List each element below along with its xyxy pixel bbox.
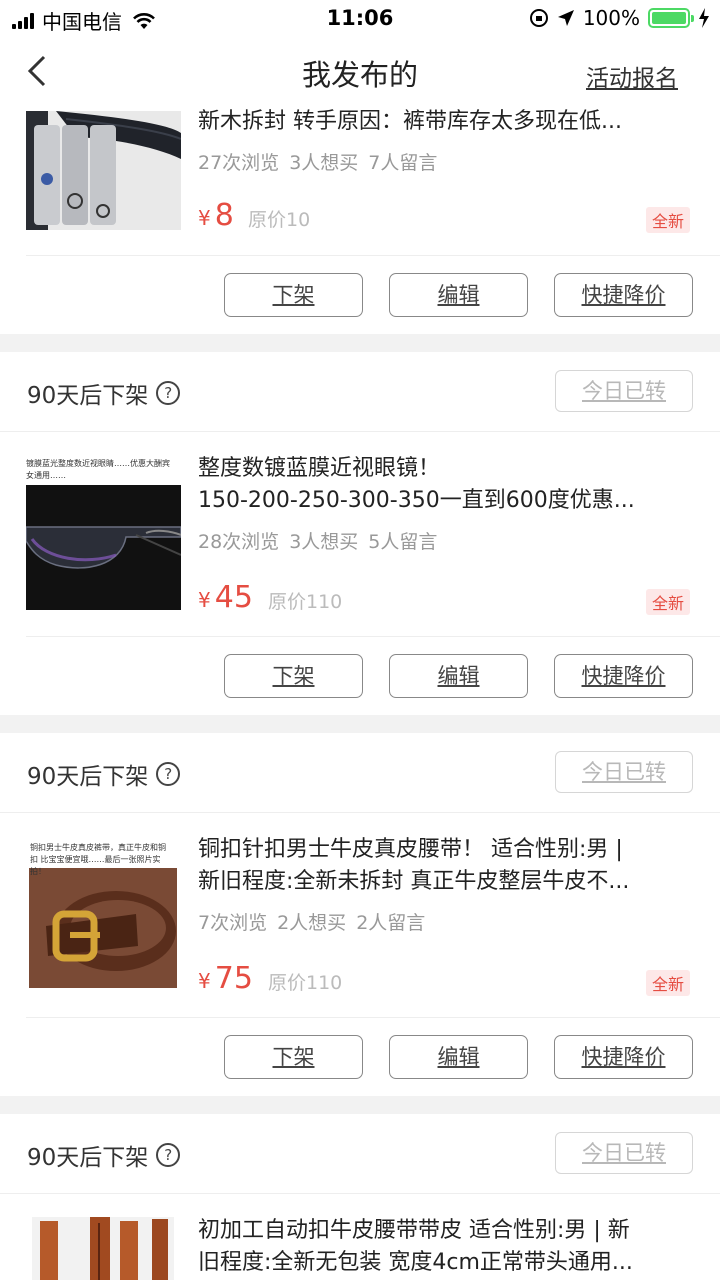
quick-price-cut-button[interactable]: 快捷降价 <box>554 1035 693 1079</box>
new-condition-badge: 全新 <box>645 970 690 996</box>
product-thumbnail[interactable] <box>26 111 181 230</box>
help-icon[interactable]: ? <box>156 381 181 405</box>
location-icon <box>557 10 574 26</box>
listing-title[interactable]: 铜扣针扣男士牛皮真皮腰带！ 适合性别:男 | 新旧程度:全新未拆封 真正牛皮整层… <box>198 834 690 898</box>
wants-count: 3人想买 <box>289 531 359 553</box>
product-thumbnail[interactable]: 镀膜蓝光整度数近视眼睛……优惠大酬宾 女通用…… <box>26 455 181 610</box>
listing-card: 新木拆封 转手原因：裤带库存太多现在低... 27次浏览 3人想买 7人留言 ¥8 … <box>0 102 720 334</box>
card-header: 90天后下架 ? 今日已转 <box>0 352 720 432</box>
edit-button[interactable]: 编辑 <box>389 654 528 698</box>
transferred-today-button[interactable]: 今日已转 <box>555 751 693 793</box>
battery-percent: 100% <box>582 6 640 30</box>
views-count: 7次浏览 <box>198 912 268 934</box>
activity-signup-link[interactable]: 活动报名 <box>586 59 678 93</box>
product-thumbnail[interactable]: 铜扣男士牛皮真皮裤带，真正牛皮和铜扣 比宝宝便宜哦……最后一张照片实拍！ <box>26 836 181 991</box>
nav-bar: 我发布的 活动报名 <box>0 40 720 102</box>
listing-info: 初加工自动扣牛皮腰带带皮 适合性别:男 | 新 旧程度:全新无包装 宽度4cm正… <box>198 1215 690 1279</box>
wants-count: 2人想买 <box>277 912 347 934</box>
price-row: ¥8 原价10 全新 <box>198 195 690 235</box>
status-bar: 中国电信 11:06 100% <box>0 0 720 40</box>
listing-info: 整度数镀蓝膜近视眼镜！ 150-200-250-300-350一直到600度优惠… <box>198 453 690 554</box>
orientation-lock-icon <box>529 9 548 27</box>
charging-icon <box>699 8 709 28</box>
views-count: 27次浏览 <box>198 152 280 174</box>
thumbnail-caption: 铜扣男士牛皮真皮裤带，真正牛皮和铜扣 比宝宝便宜哦……最后一张照片实拍！ <box>30 843 166 876</box>
quick-price-cut-button[interactable]: 快捷降价 <box>554 654 693 698</box>
listing-stats: 28次浏览 3人想买 5人留言 <box>198 527 690 554</box>
listing-title[interactable]: 新木拆封 转手原因：裤带库存太多现在低... <box>198 106 690 138</box>
price: ¥8 <box>198 198 234 233</box>
original-price: 原价10 <box>248 209 311 231</box>
comments-count: 2人留言 <box>356 912 426 934</box>
help-icon[interactable]: ? <box>156 1143 181 1167</box>
listing-title[interactable]: 初加工自动扣牛皮腰带带皮 适合性别:男 | 新 旧程度:全新无包装 宽度4cm正… <box>198 1215 690 1279</box>
comments-count: 7人留言 <box>368 152 438 174</box>
help-icon[interactable]: ? <box>156 762 181 786</box>
auto-offshelf-timer: 90天后下架 ? <box>27 1138 181 1172</box>
edit-button[interactable]: 编辑 <box>389 273 528 317</box>
price: ¥75 <box>198 961 253 996</box>
off-shelf-button[interactable]: 下架 <box>224 654 363 698</box>
battery-icon <box>648 8 694 28</box>
quick-price-cut-button[interactable]: 快捷降价 <box>554 273 693 317</box>
new-condition-badge: 全新 <box>645 589 690 615</box>
card-header: 90天后下架 ? 今日已转 <box>0 1114 720 1194</box>
listing-stats: 7次浏览 2人想买 2人留言 <box>198 908 690 935</box>
divider <box>26 636 720 637</box>
listing-stats: 27次浏览 3人想买 7人留言 <box>198 148 690 175</box>
listing-info: 新木拆封 转手原因：裤带库存太多现在低... 27次浏览 3人想买 7人留言 <box>198 106 690 175</box>
divider <box>26 255 720 256</box>
product-thumbnail[interactable] <box>32 1217 174 1280</box>
views-count: 28次浏览 <box>198 531 280 553</box>
card-header: 90天后下架 ? 今日已转 <box>0 733 720 813</box>
listing-info: 铜扣针扣男士牛皮真皮腰带！ 适合性别:男 | 新旧程度:全新未拆封 真正牛皮整层… <box>198 834 690 935</box>
transferred-today-button[interactable]: 今日已转 <box>555 370 693 412</box>
listing-card: 90天后下架 ? 今日已转 镀膜蓝光整度数近视眼睛……优惠大酬宾 女通用…… 整… <box>0 352 720 715</box>
price-row: ¥45 全新 原价110 <box>198 577 690 617</box>
auto-offshelf-timer: 90天后下架 ? <box>27 376 181 410</box>
original-price: 原价110 <box>268 972 343 994</box>
price-row: ¥75 全新 原价110 <box>198 958 690 998</box>
comments-count: 5人留言 <box>368 531 438 553</box>
new-condition-badge: 全新 <box>645 207 690 233</box>
price: ¥45 <box>198 580 253 615</box>
belt-photo-icon <box>26 111 181 230</box>
status-right: 100% <box>529 6 710 30</box>
listing-actions: 下架 编辑 快捷降价 <box>0 273 720 317</box>
listing-title[interactable]: 整度数镀蓝膜近视眼镜！ 150-200-250-300-350一直到600度优惠… <box>198 453 690 517</box>
listing-actions: 下架 编辑 快捷降价 <box>0 1035 720 1079</box>
auto-offshelf-timer: 90天后下架 ? <box>27 757 181 791</box>
off-shelf-button[interactable]: 下架 <box>224 273 363 317</box>
listing-actions: 下架 编辑 快捷降价 <box>0 654 720 698</box>
transferred-today-button[interactable]: 今日已转 <box>555 1132 693 1174</box>
original-price: 原价110 <box>268 591 343 613</box>
edit-button[interactable]: 编辑 <box>389 1035 528 1079</box>
listing-card: 90天后下架 ? 今日已转 铜扣男士牛皮真皮裤带，真正牛皮和铜扣 比宝宝便宜哦…… <box>0 733 720 1096</box>
belt-strips-photo-icon <box>32 1217 174 1280</box>
divider <box>26 1017 720 1018</box>
listing-card: 90天后下架 ? 今日已转 初加工自动扣牛皮腰带带皮 适合性别:男 | 新 旧程… <box>0 1114 720 1280</box>
wants-count: 3人想买 <box>289 152 359 174</box>
off-shelf-button[interactable]: 下架 <box>224 1035 363 1079</box>
thumbnail-caption: 镀膜蓝光整度数近视眼睛……优惠大酬宾 女通用…… <box>26 459 170 480</box>
